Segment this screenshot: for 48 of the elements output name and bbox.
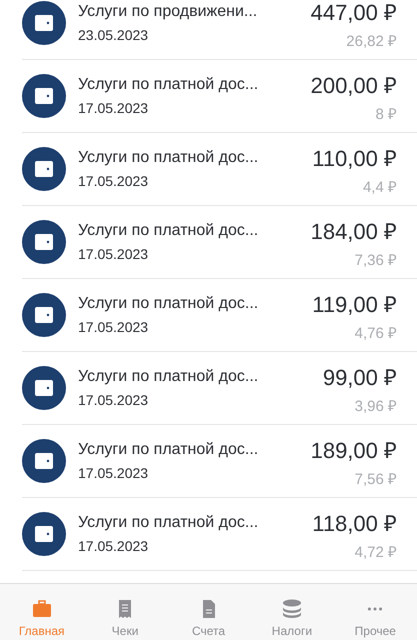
transaction-amount: 119,00 ₽ <box>312 291 397 318</box>
wallet-icon <box>22 1 66 45</box>
transaction-title: Услуги по платной дос... <box>78 222 260 240</box>
transaction-date: 17.05.2023 <box>78 173 150 189</box>
transaction-date: 17.05.2023 <box>78 319 150 335</box>
tab[interactable]: Главная <box>0 584 84 640</box>
wallet-icon <box>22 147 66 191</box>
tax-amount: 7,36 ₽ <box>354 251 397 269</box>
tax-amount: 8 ₽ <box>375 105 397 123</box>
transaction-title: Услуги по платной дос... <box>78 441 260 459</box>
wallet-icon <box>22 366 66 410</box>
transaction-title: Услуги по платной дос... <box>78 368 260 386</box>
tax-amount: 4,4 ₽ <box>362 178 397 196</box>
transaction-title: Услуги по платной дос... <box>78 149 260 167</box>
transaction-amount: 110,00 ₽ <box>312 145 397 172</box>
wallet-icon <box>22 220 66 264</box>
briefcase-icon <box>30 598 53 620</box>
transaction-title: Услуги по платной дос... <box>78 76 260 94</box>
tax-amount: 26,82 ₽ <box>346 32 397 50</box>
tax-amount: 4,72 ₽ <box>354 543 397 561</box>
transaction-date: 23.05.2023 <box>78 27 150 43</box>
transaction-title: Услуги по продвижени... <box>78 3 258 21</box>
tax-amount: 7,56 ₽ <box>354 470 397 488</box>
wallet-icon <box>22 74 66 118</box>
transaction-date: 17.05.2023 <box>78 465 150 481</box>
tab[interactable]: Чеки <box>83 584 167 640</box>
transaction-title: Услуги по платной дос... <box>78 295 260 313</box>
wallet-icon <box>22 293 66 337</box>
transaction-amount: 184,00 ₽ <box>310 218 397 245</box>
wallet-icon <box>22 512 66 556</box>
transaction-date: 17.05.2023 <box>78 100 150 116</box>
transaction-amount: 200,00 ₽ <box>310 72 397 99</box>
more-icon <box>367 607 384 611</box>
coins-icon <box>280 598 303 620</box>
transaction-amount: 447,00 ₽ <box>310 0 397 26</box>
transaction-amount: 189,00 ₽ <box>310 437 397 464</box>
transaction-date: 17.05.2023 <box>78 538 150 554</box>
tab[interactable]: Прочее <box>334 584 417 640</box>
transaction-date: 17.05.2023 <box>78 392 150 408</box>
tab[interactable]: Налоги <box>250 584 334 640</box>
wallet-icon <box>22 439 66 483</box>
tab[interactable]: Счета <box>166 584 250 640</box>
tax-amount: 4,76 ₽ <box>354 324 397 342</box>
transaction-date: 17.05.2023 <box>78 246 150 262</box>
transaction-amount: 118,00 ₽ <box>312 510 397 537</box>
transaction-amount: 99,00 ₽ <box>322 364 397 391</box>
transaction-title: Услуги по платной дос... <box>78 514 260 532</box>
tax-amount: 3,96 ₽ <box>354 397 397 415</box>
